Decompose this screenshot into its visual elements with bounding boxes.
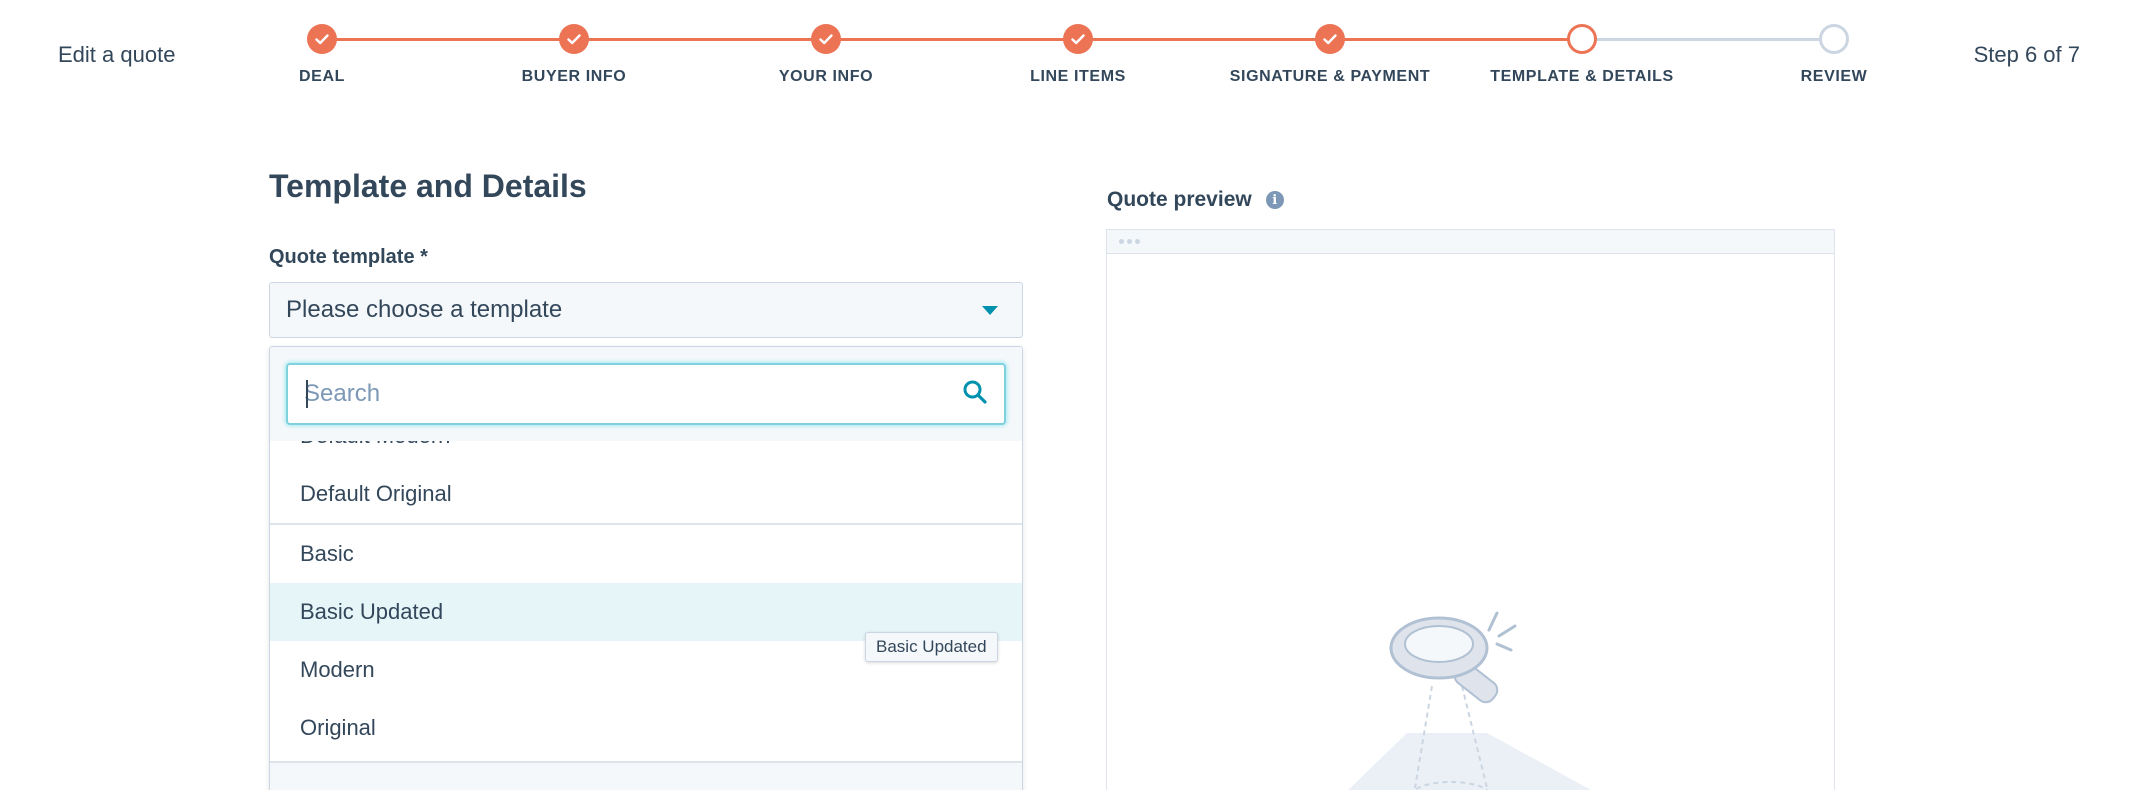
option-tooltip: Basic Updated bbox=[865, 632, 998, 662]
quote-editor-header: Edit a quote DEAL BUYER INFO YOUR INFO L… bbox=[0, 0, 2136, 110]
quote-preview-title: Quote preview i bbox=[1107, 188, 1284, 212]
template-search-box[interactable] bbox=[286, 363, 1006, 425]
step-review[interactable]: REVIEW bbox=[1704, 24, 1964, 86]
quote-preview-frame bbox=[1106, 229, 1835, 790]
step-counter: Step 6 of 7 bbox=[1973, 42, 2080, 67]
template-option-default-original[interactable]: Default Original bbox=[270, 465, 1022, 523]
step-label: LINE ITEMS bbox=[1030, 68, 1126, 85]
magnifying-glass-illustration bbox=[1337, 608, 1607, 790]
step-label: BUYER INFO bbox=[521, 68, 627, 85]
step-label: YOUR INFO bbox=[778, 68, 874, 85]
template-option-basic[interactable]: Basic bbox=[270, 525, 1022, 583]
section-title: Template and Details bbox=[269, 168, 587, 204]
template-search-input[interactable] bbox=[304, 380, 962, 408]
window-dot bbox=[1135, 239, 1140, 244]
step-your-info[interactable]: YOUR INFO bbox=[696, 24, 956, 86]
check-icon bbox=[559, 24, 589, 54]
current-step-icon bbox=[1567, 24, 1597, 54]
template-dropdown-menu: Default Modern Default Original Basic Ba… bbox=[269, 346, 1023, 790]
step-template-details[interactable]: TEMPLATE & DETAILS bbox=[1452, 24, 1712, 86]
search-icon[interactable] bbox=[962, 379, 988, 410]
window-dot bbox=[1119, 239, 1124, 244]
page-title: Edit a quote bbox=[58, 42, 176, 67]
dropdown-search-area bbox=[270, 347, 1022, 441]
dropdown-footer bbox=[270, 761, 1022, 790]
step-line-items[interactable]: LINE ITEMS bbox=[948, 24, 1208, 86]
check-icon bbox=[811, 24, 841, 54]
chevron-down-icon bbox=[982, 305, 998, 315]
preview-window-bar bbox=[1107, 230, 1834, 254]
select-value: Please choose a template bbox=[286, 296, 563, 323]
window-dot bbox=[1127, 239, 1132, 244]
check-icon bbox=[1063, 24, 1093, 54]
step-signature-payment[interactable]: SIGNATURE & PAYMENT bbox=[1200, 24, 1460, 86]
step-deal[interactable]: DEAL bbox=[192, 24, 452, 86]
quote-template-label: Quote template * bbox=[269, 246, 428, 268]
step-label: TEMPLATE & DETAILS bbox=[1490, 68, 1674, 85]
info-icon[interactable]: i bbox=[1265, 191, 1284, 209]
check-icon bbox=[307, 24, 337, 54]
preview-title-text: Quote preview bbox=[1107, 188, 1252, 211]
check-icon bbox=[1315, 24, 1345, 54]
step-label: DEAL bbox=[299, 68, 345, 85]
step-label: SIGNATURE & PAYMENT bbox=[1229, 68, 1431, 85]
template-option-original[interactable]: Original bbox=[270, 699, 1022, 757]
text-cursor bbox=[306, 380, 308, 408]
step-label: REVIEW bbox=[1800, 68, 1868, 85]
template-option-list: Default Modern Default Original Basic Ba… bbox=[270, 407, 1022, 757]
quote-template-select[interactable]: Please choose a template bbox=[269, 282, 1023, 338]
pending-step-icon bbox=[1819, 24, 1849, 54]
step-buyer-info[interactable]: BUYER INFO bbox=[444, 24, 704, 86]
